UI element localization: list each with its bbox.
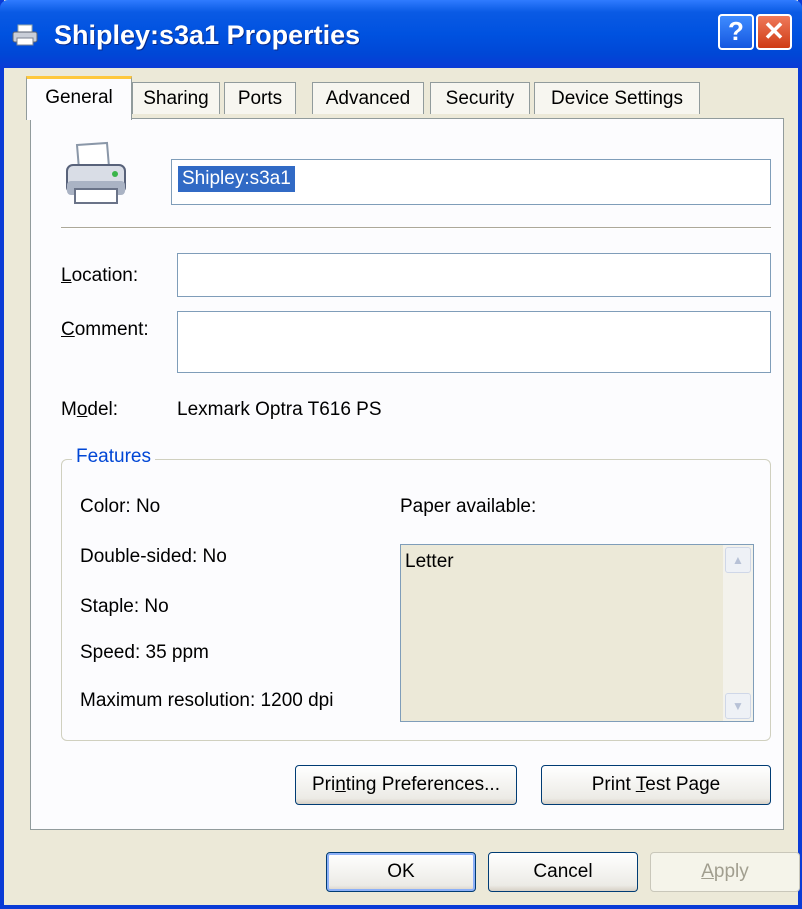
feature-speed: Speed: 35 ppm	[80, 642, 209, 663]
scroll-up-icon[interactable]: ▲	[725, 547, 751, 573]
tab-advanced[interactable]: Advanced	[312, 82, 424, 114]
tab-security[interactable]: Security	[430, 82, 530, 114]
tab-device-settings[interactable]: Device Settings	[534, 82, 700, 114]
comment-input[interactable]	[177, 311, 771, 373]
features-group: Features Color: No Double-sided: No Stap…	[61, 446, 771, 741]
paper-list[interactable]: Letter ▲ ▼	[400, 544, 754, 722]
general-tab-panel: Shipley:s3a1 Location: Comment: Model: L…	[30, 118, 784, 830]
apply-button[interactable]: Apply	[650, 852, 800, 892]
features-legend: Features	[72, 446, 155, 468]
title-bar[interactable]: Shipley:s3a1 Properties ? ✕	[0, 0, 802, 68]
printing-preferences-button[interactable]: Printing Preferences...	[295, 765, 517, 805]
tab-general[interactable]: General	[26, 76, 132, 120]
printer-large-icon	[66, 141, 126, 204]
location-input[interactable]	[177, 253, 771, 297]
separator	[61, 227, 771, 229]
printer-icon	[12, 24, 38, 46]
location-label: Location:	[61, 265, 139, 286]
window-title: Shipley:s3a1 Properties	[54, 20, 361, 50]
feature-staple: Staple: No	[80, 596, 169, 617]
paper-available-label: Paper available:	[400, 496, 537, 517]
scroll-down-icon[interactable]: ▼	[725, 693, 751, 719]
printer-name-selection: Shipley:s3a1	[178, 166, 295, 192]
list-item[interactable]: Letter	[405, 551, 454, 573]
help-button[interactable]: ?	[718, 14, 754, 50]
model-value: Lexmark Optra T616 PS	[177, 399, 382, 420]
model-label: Model:	[61, 399, 119, 420]
tab-sharing[interactable]: Sharing	[132, 82, 220, 114]
feature-double-sided: Double-sided: No	[80, 546, 227, 567]
printer-name-input[interactable]: Shipley:s3a1	[171, 159, 771, 205]
close-button[interactable]: ✕	[756, 14, 792, 50]
cancel-button[interactable]: Cancel	[488, 852, 638, 892]
feature-color: Color: No	[80, 496, 161, 517]
paper-list-scrollbar[interactable]: ▲ ▼	[723, 545, 753, 721]
comment-label: Comment:	[61, 319, 149, 340]
ok-button[interactable]: OK	[326, 852, 476, 892]
print-test-page-button[interactable]: Print Test Page	[541, 765, 771, 805]
feature-max-resolution: Maximum resolution: 1200 dpi	[80, 690, 334, 711]
properties-dialog: Shipley:s3a1 Properties ? ✕ General Shar…	[0, 0, 802, 909]
tab-ports[interactable]: Ports	[224, 82, 296, 114]
